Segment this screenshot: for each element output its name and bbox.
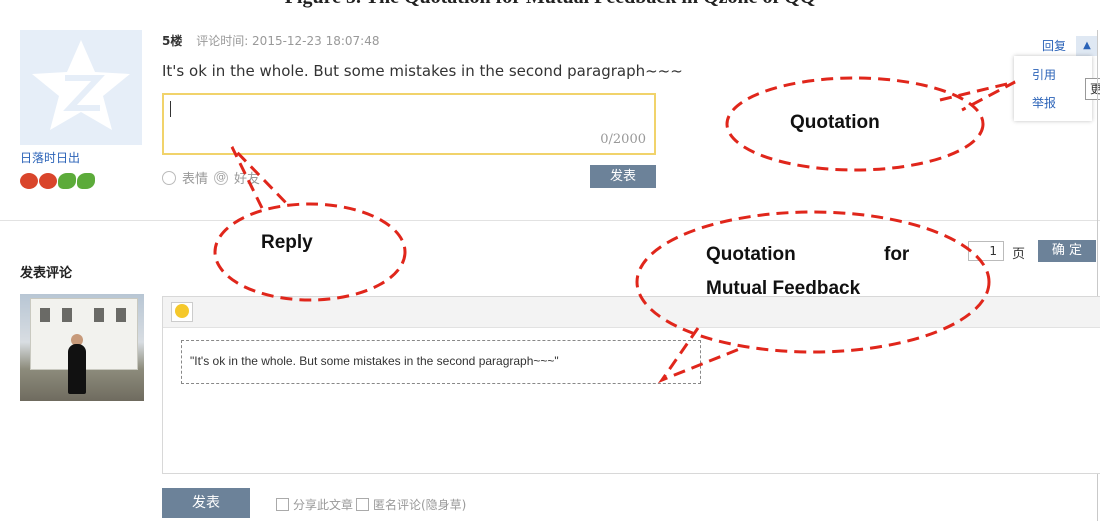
- mutual-callout-label-1b: for: [884, 244, 910, 265]
- reply-callout-tail: [230, 145, 292, 209]
- quotation-callout-label: Quotation: [790, 112, 880, 133]
- mutual-callout-label-1a: Quotation: [706, 244, 796, 265]
- annotation-overlay: [213, 76, 1016, 384]
- reply-callout-label: Reply: [261, 232, 313, 253]
- quotation-callout-tail: [939, 80, 1016, 112]
- mutual-callout-label-2: Mutual Feedback: [706, 278, 861, 299]
